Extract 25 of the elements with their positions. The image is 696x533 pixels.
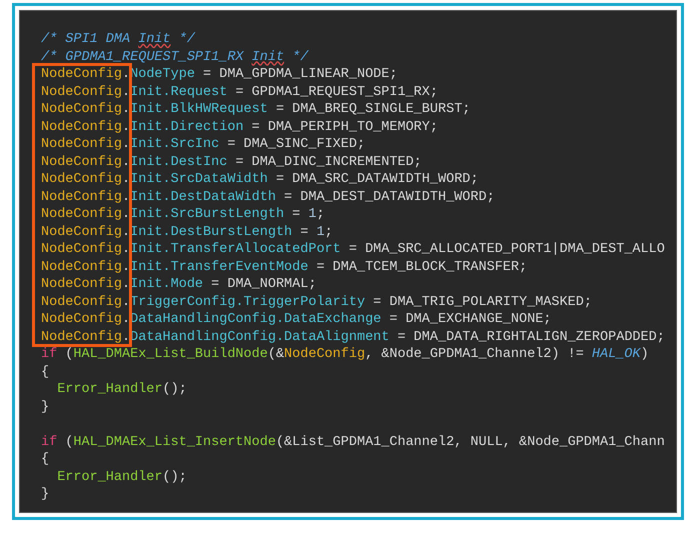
code-line: NodeConfig.DataHandlingConfig.DataExchange = DMA_EXCHANGE_NONE;: [41, 311, 552, 328]
code-line: if (HAL_DMAEx_List_BuildNode(&NodeConfig, &Node_GPDMA1_Channel2) != HAL_OK): [41, 346, 649, 364]
code-line: NodeConfig.Init.Mode = DMA_NORMAL;: [41, 276, 316, 294]
code-line: NodeConfig.Init.BlkHWRequest = DMA_BREQ_SINGLE_BURST;: [41, 101, 470, 118]
code-line: NodeConfig.Init.Direction = DMA_PERIPH_TO_MEMORY;: [41, 118, 438, 136]
code-line: NodeConfig.Init.TransferAllocatedPort = DMA_SRC_ALLOCATED_PORT1|DMA_DEST_ALLO: [41, 241, 665, 258]
code-line: NodeConfig.DataHandlingConfig.DataAlignment = DMA_DATA_RIGHTALIGN_ZEROPADDED;: [41, 328, 665, 346]
code-line: /* GPDMA1_REQUEST_SPI1_RX Init */: [41, 48, 308, 66]
code-line: NodeConfig.Init.DestInc = DMA_DINC_INCREMENTED;: [41, 154, 422, 171]
code-line: {: [41, 364, 50, 381]
code-line: NodeConfig.Init.SrcInc = DMA_SINC_FIXED;: [41, 136, 366, 154]
code-line: }: [41, 486, 50, 504]
code-line: /* SPI1 DMA Init */: [41, 31, 195, 48]
code-line: NodeConfig.Init.SrcBurstLength = 1;: [41, 206, 325, 224]
code-line: }: [41, 398, 50, 416]
code-line: {: [41, 451, 50, 468]
code-line: NodeConfig.TriggerConfig.TriggerPolarity = DMA_TRIG_POLARITY_MASKED;: [41, 294, 592, 311]
code-line: NodeConfig.Init.TransferEventMode = DMA_TCEM_BLOCK_TRANSFER;: [41, 258, 528, 276]
code-line: if (HAL_DMAEx_List_InsertNode(&List_GPDMA1_Channel2, NULL, &Node_GPDMA1_Chann: [41, 434, 665, 451]
code-line: NodeConfig.Init.DestBurstLength = 1;: [41, 224, 333, 241]
code-line: NodeConfig.Init.DestDataWidth = DMA_DEST_DATAWIDTH_WORD;: [41, 188, 495, 206]
code-line: NodeConfig.Init.Request = GPDMA1_REQUEST_SPI1_RX;: [41, 84, 438, 101]
code-line: NodeConfig.Init.SrcDataWidth = DMA_SRC_DATAWIDTH_WORD;: [41, 171, 478, 188]
code-line: Error_Handler();: [57, 381, 187, 398]
code-line: Error_Handler();: [57, 468, 187, 486]
